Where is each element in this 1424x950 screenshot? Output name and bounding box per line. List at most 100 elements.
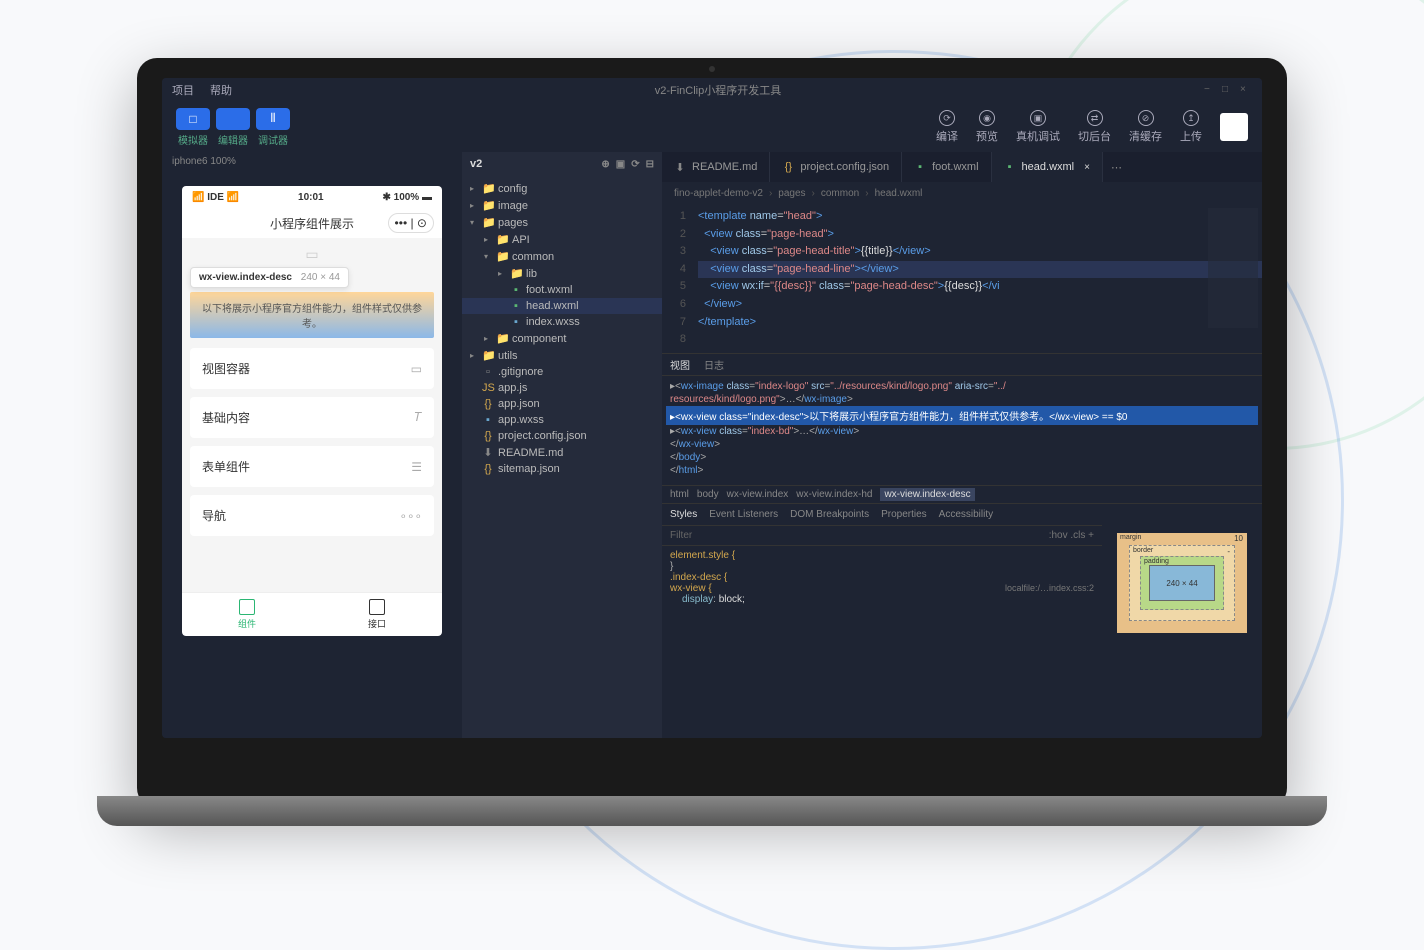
ide-screen: 项目 帮助 v2-FinClip小程序开发工具 − □ × □ 模拟器编辑器 ⫴ 调试… <box>162 78 1262 738</box>
editor-tab[interactable]: {}project.config.json <box>770 152 902 182</box>
capsule-button[interactable]: ••• | ⊙ <box>388 213 434 233</box>
breadcrumb-item[interactable]: common <box>821 188 859 199</box>
styles-tab[interactable]: Accessibility <box>939 509 993 520</box>
dom-crumb-item[interactable]: wx-view.index <box>727 489 789 500</box>
devtools-tab[interactable]: 视图 <box>670 357 690 372</box>
list-item[interactable]: 基础内容𝑇 <box>190 397 434 438</box>
dom-breadcrumb[interactable]: html body wx-view.index wx-view.index-hd wx-… <box>662 485 1262 503</box>
new-file-icon[interactable]: ⊕ <box>601 159 609 170</box>
refresh-icon[interactable]: ⟳ <box>631 159 639 170</box>
file-tree-panel: v2 ⊕ ▣ ⟳ ⊟ ▸📁config▸📁image▾📁pages▸📁API▾📁… <box>462 152 662 738</box>
action-编译[interactable]: ⟳编译 <box>936 110 958 144</box>
styles-hov[interactable]: :hov .cls + <box>1049 530 1094 541</box>
inspect-tooltip: wx-view.index-desc 240 × 44 <box>190 267 349 288</box>
new-folder-icon[interactable]: ▣ <box>616 159 625 170</box>
tree-item[interactable]: JSapp.js <box>462 380 662 396</box>
breadcrumb-item[interactable]: head.wxml <box>875 188 923 199</box>
collapse-icon[interactable]: ⊟ <box>646 159 654 170</box>
devtools-tab[interactable]: 日志 <box>704 357 724 372</box>
status-right: ✱ 100% ▬ <box>382 192 432 203</box>
breadcrumb-item[interactable]: fino-applet-demo-v2 <box>674 188 763 199</box>
simulator-panel: iphone6 100% 📶 IDE 📶 10:01 ✱ 100% ▬ 小程序组… <box>162 152 462 738</box>
page-title: 小程序组件展示 <box>270 215 354 232</box>
action-切后台[interactable]: ⇄切后台 <box>1078 110 1111 144</box>
dom-node[interactable]: </body> <box>670 451 1254 464</box>
maximize-icon[interactable]: □ <box>1222 84 1234 96</box>
tree-item[interactable]: ▸📁API <box>462 231 662 248</box>
device-info: iphone6 100% <box>162 152 462 176</box>
phone-preview: 📶 IDE 📶 10:01 ✱ 100% ▬ 小程序组件展示 ••• | ⊙ ▭… <box>182 186 442 636</box>
close-icon[interactable]: × <box>1240 84 1252 96</box>
tree-item[interactable]: ▾📁pages <box>462 214 662 231</box>
tree-item[interactable]: ▸📁utils <box>462 347 662 364</box>
tree-item[interactable]: ⬇README.md <box>462 444 662 461</box>
tree-item[interactable]: {}project.config.json <box>462 428 662 444</box>
action-预览[interactable]: ◉预览 <box>976 110 998 144</box>
tree-item[interactable]: ▪app.wxss <box>462 412 662 428</box>
dom-node[interactable]: ▸<wx-image class="index-logo" src="../re… <box>670 380 1254 393</box>
dom-tree[interactable]: ▸<wx-image class="index-logo" src="../re… <box>662 376 1262 485</box>
tree-item[interactable]: ▸📁component <box>462 330 662 347</box>
dom-node[interactable]: resources/kind/logo.png">…</wx-image> <box>670 393 1254 406</box>
avatar[interactable] <box>1220 113 1248 141</box>
editor-tab[interactable]: ▪foot.wxml <box>902 152 991 182</box>
menu-project[interactable]: 项目 <box>172 82 194 98</box>
minimap[interactable] <box>1208 208 1258 328</box>
toolbar-label: 模拟器 <box>178 132 208 147</box>
tree-item[interactable]: ▾📁common <box>462 248 662 265</box>
dom-node[interactable]: </html> <box>670 464 1254 477</box>
styles-filter[interactable]: Filter <box>670 530 692 541</box>
minimize-icon[interactable]: − <box>1204 84 1216 96</box>
tree-item[interactable]: ▫.gitignore <box>462 364 662 380</box>
styles-tab[interactable]: Styles <box>670 509 697 520</box>
list-item[interactable]: 视图容器▭ <box>190 348 434 389</box>
status-time: 10:01 <box>298 192 324 203</box>
dom-crumb-item[interactable]: wx-view.index-desc <box>880 488 974 501</box>
close-tab-icon[interactable]: × <box>1084 162 1090 173</box>
breadcrumb: fino-applet-demo-v2›pages›common›head.wx… <box>662 182 1262 204</box>
toolbar-btn-0[interactable]: □ <box>176 108 210 130</box>
toolbar: □ 模拟器编辑器 ⫴ 调试器 ⟳编译 ◉预览 ▣真机调试 ⇄切后台 ⊘清缓存 ↥上传 <box>162 102 1262 152</box>
dom-crumb-item[interactable]: wx-view.index-hd <box>796 489 872 500</box>
window-title: v2-FinClip小程序开发工具 <box>655 80 782 100</box>
tree-item[interactable]: {}sitemap.json <box>462 461 662 477</box>
phone-tab[interactable]: 组件 <box>182 593 312 636</box>
tree-item[interactable]: ▪head.wxml <box>462 298 662 314</box>
tree-item[interactable]: ▸📁image <box>462 197 662 214</box>
dom-node[interactable]: </wx-view> <box>670 438 1254 451</box>
tree-item[interactable]: ▪foot.wxml <box>462 282 662 298</box>
editor-tab[interactable]: ▪head.wxml× <box>992 152 1103 182</box>
styles-tab[interactable]: Event Listeners <box>709 509 778 520</box>
css-rules[interactable]: element.style {}.index-desc {</span></di… <box>662 546 1102 663</box>
dom-crumb-item[interactable]: html <box>670 489 689 500</box>
styles-tab[interactable]: DOM Breakpoints <box>790 509 869 520</box>
tabs-more-icon[interactable]: ⋯ <box>1103 152 1130 182</box>
action-上传[interactable]: ↥上传 <box>1180 110 1202 144</box>
tree-item[interactable]: ▸📁lib <box>462 265 662 282</box>
list-item[interactable]: 导航∘∘∘ <box>190 495 434 536</box>
action-清缓存[interactable]: ⊘清缓存 <box>1129 110 1162 144</box>
dom-crumb-item[interactable]: body <box>697 489 719 500</box>
laptop-frame: 项目 帮助 v2-FinClip小程序开发工具 − □ × □ 模拟器编辑器 ⫴ 调试… <box>137 58 1287 808</box>
toolbar-btn-2[interactable]: ⫴ <box>256 108 290 130</box>
action-真机调试[interactable]: ▣真机调试 <box>1016 110 1060 144</box>
editor-panel: ⬇README.md{}project.config.json▪foot.wxm… <box>662 152 1262 738</box>
menu-help[interactable]: 帮助 <box>210 82 232 98</box>
styles-tab[interactable]: Properties <box>881 509 927 520</box>
phone-tab[interactable]: 接口 <box>312 593 442 636</box>
tree-item[interactable]: ▪index.wxss <box>462 314 662 330</box>
tree-item[interactable]: {}app.json <box>462 396 662 412</box>
toolbar-btn-1[interactable] <box>216 108 250 130</box>
list-item[interactable]: 表单组件☰ <box>190 446 434 487</box>
highlighted-element: 以下将展示小程序官方组件能力，组件样式仅供参考。 <box>190 292 434 338</box>
toolbar-label: 调试器 <box>258 132 288 147</box>
toolbar-label: 编辑器 <box>218 132 248 147</box>
dom-node[interactable]: ▸<wx-view class="index-bd">…</wx-view> <box>670 425 1254 438</box>
editor-tab[interactable]: ⬇README.md <box>662 152 770 182</box>
breadcrumb-item[interactable]: pages <box>778 188 805 199</box>
code-editor[interactable]: 1<template name="head">2 <view class="pa… <box>662 204 1262 353</box>
status-left: 📶 IDE 📶 <box>192 192 239 203</box>
dom-node[interactable]: ▸<wx-view class="index-desc">以下将展示小程序官方组… <box>666 406 1258 425</box>
tree-item[interactable]: ▸📁config <box>462 180 662 197</box>
menubar: 项目 帮助 v2-FinClip小程序开发工具 − □ × <box>162 78 1262 102</box>
